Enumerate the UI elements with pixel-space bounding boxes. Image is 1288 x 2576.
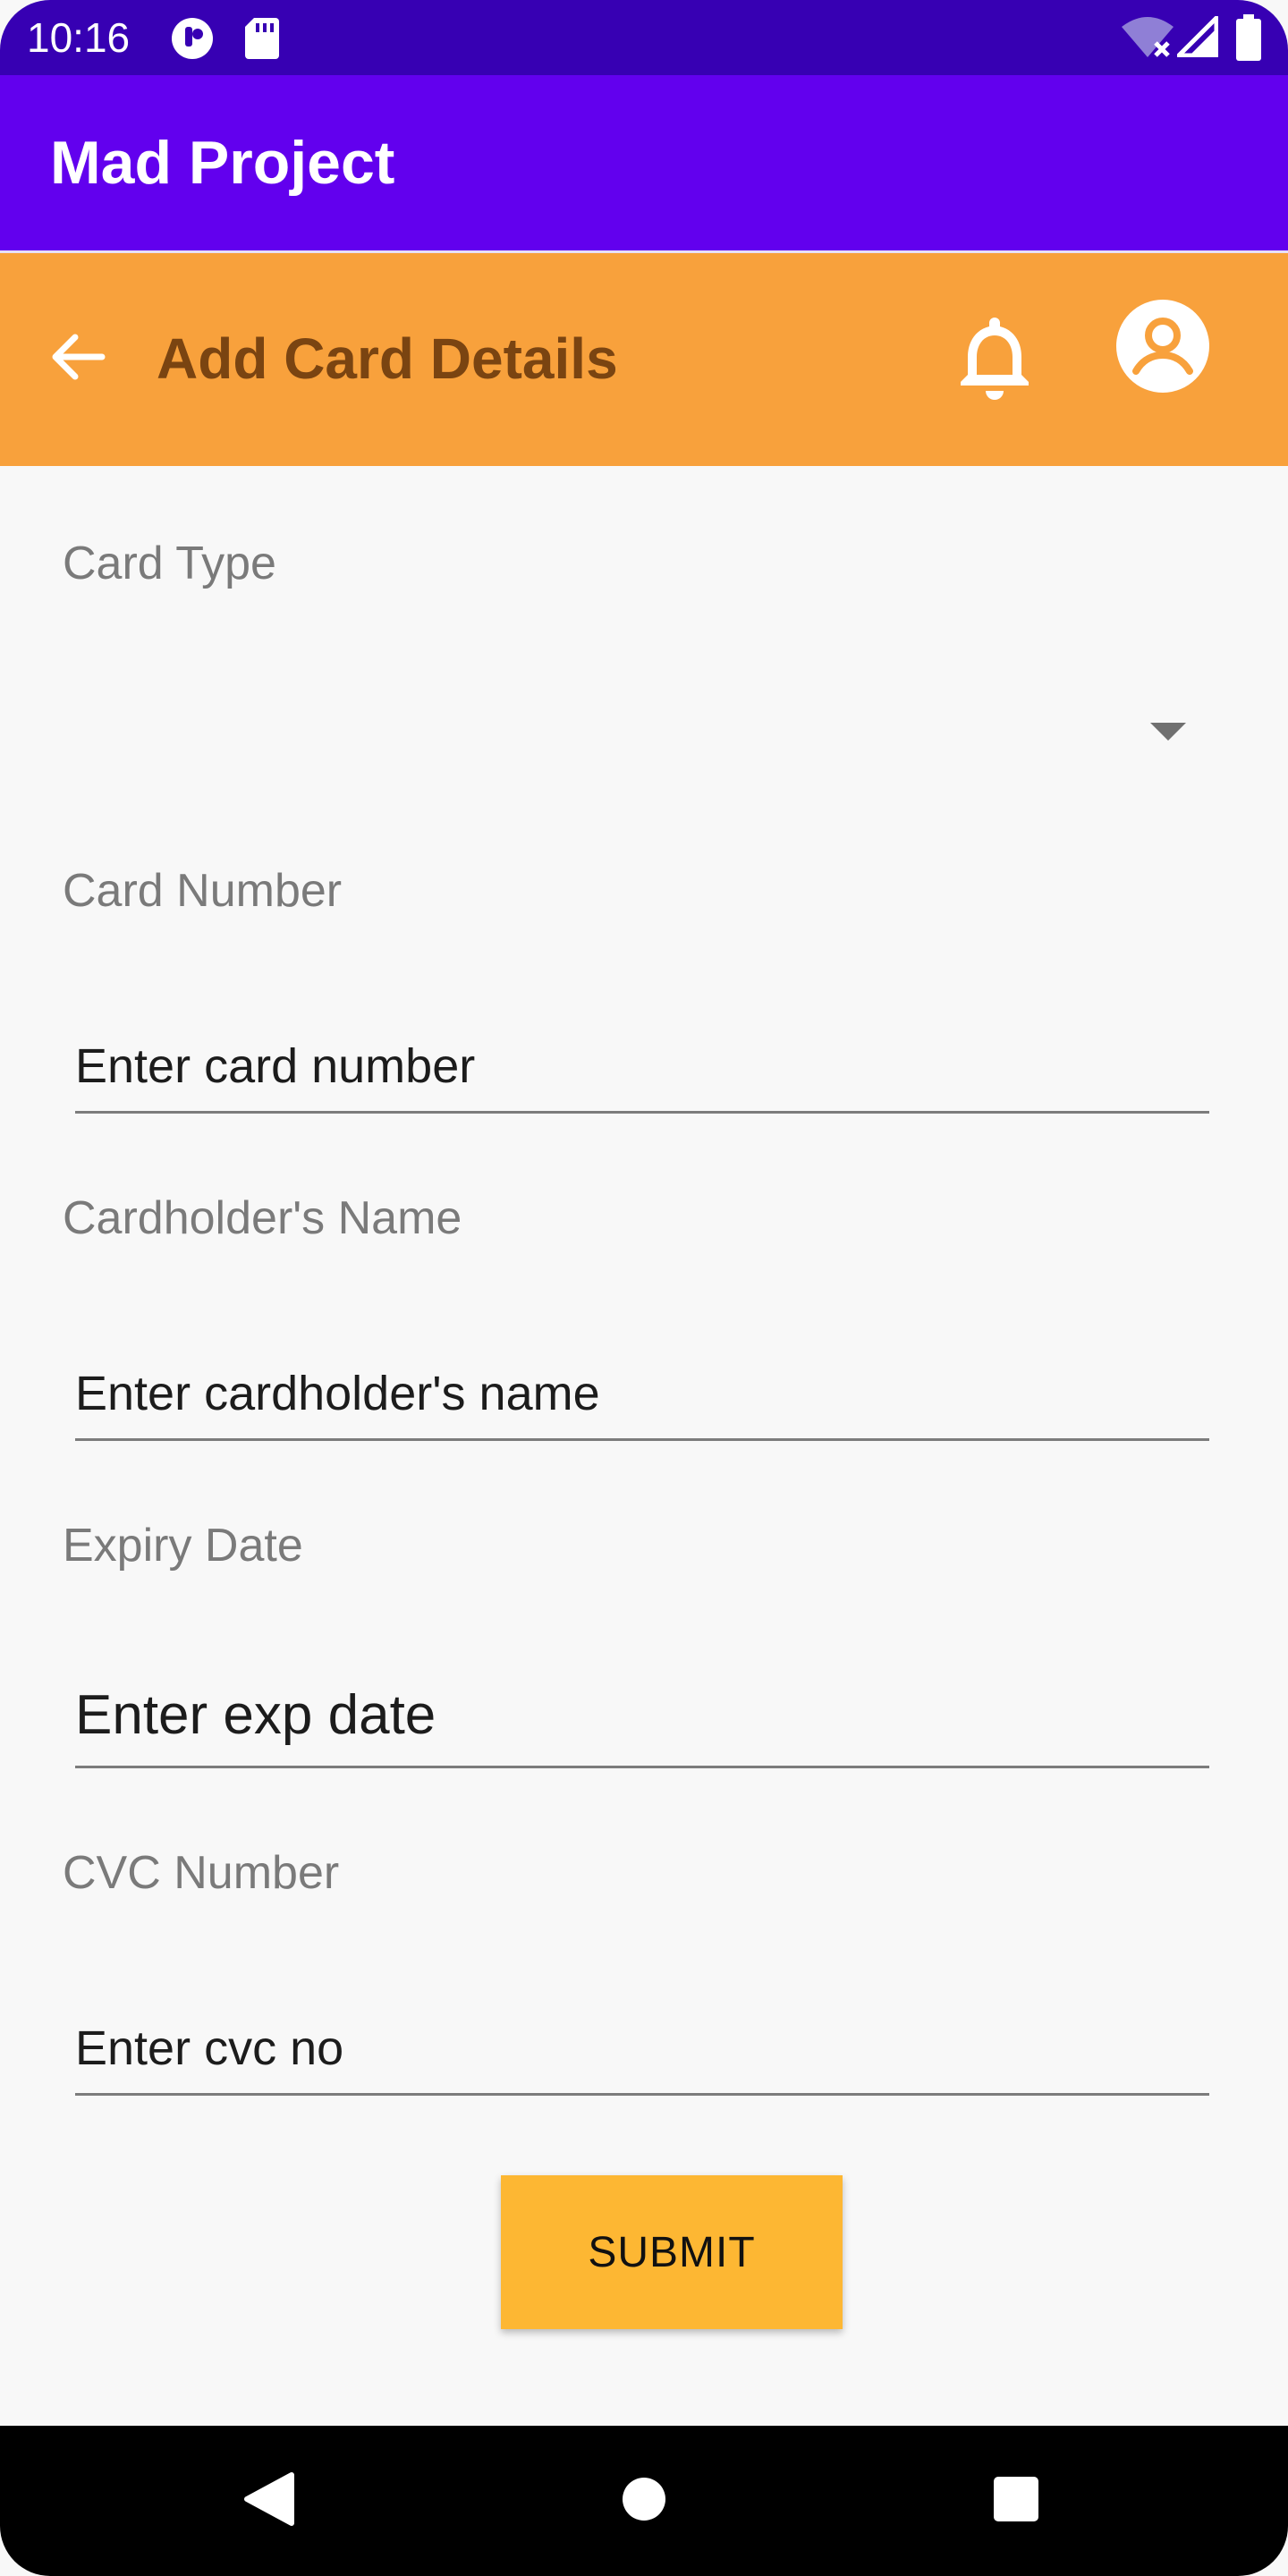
square-recents-icon [992,2475,1040,2528]
card-type-dropdown[interactable] [63,662,1225,805]
triangle-back-icon [242,2471,295,2531]
card-number-label: Card Number [63,865,343,917]
screen: 10:16 Mad Project Add Card Details Card … [0,0,1288,2576]
app-notification-icon [170,16,215,65]
page-header: Add Card Details [0,253,1288,466]
account-circle-icon [1116,299,1209,397]
arrow-back-icon [48,328,106,390]
status-bar: 10:16 [0,0,1288,75]
cardholder-name-label: Cardholder's Name [63,1192,462,1244]
cardholder-name-placeholder: Enter cardholder's name [75,1367,600,1420]
expiry-date-label: Expiry Date [63,1520,303,1572]
bell-icon [957,314,1032,404]
cvc-number-field[interactable]: Enter cvc no [75,2004,1209,2096]
card-number-field[interactable]: Enter card number [75,1021,1209,1114]
notifications-button[interactable] [948,307,1041,411]
expiry-date-field[interactable]: Enter exp date [75,1676,1209,1768]
cvc-number-label: CVC Number [63,1847,340,1899]
cardholder-name-field[interactable]: Enter cardholder's name [75,1349,1209,1441]
navigation-bar [0,2426,1288,2576]
submit-button[interactable]: SUBMIT [501,2175,843,2329]
circle-home-icon [621,2476,667,2527]
battery-icon [1236,14,1261,65]
nav-back-button[interactable] [224,2456,313,2546]
app-bar: Mad Project [0,75,1288,250]
sd-card-icon [245,18,279,64]
card-type-label: Card Type [63,538,276,589]
nav-home-button[interactable] [599,2456,689,2546]
cvc-number-placeholder: Enter cvc no [75,2021,344,2075]
card-number-placeholder: Enter card number [75,1039,476,1093]
wifi-off-icon [1120,16,1175,65]
status-time: 10:16 [27,14,131,61]
expiry-date-placeholder: Enter exp date [75,1684,436,1746]
signal-icon [1176,15,1219,62]
profile-button[interactable] [1114,299,1211,397]
app-title: Mad Project [50,129,395,197]
back-button[interactable] [39,321,114,396]
page-title: Add Card Details [157,326,618,391]
dropdown-arrow-icon [1150,723,1186,741]
nav-recents-button[interactable] [971,2456,1061,2546]
